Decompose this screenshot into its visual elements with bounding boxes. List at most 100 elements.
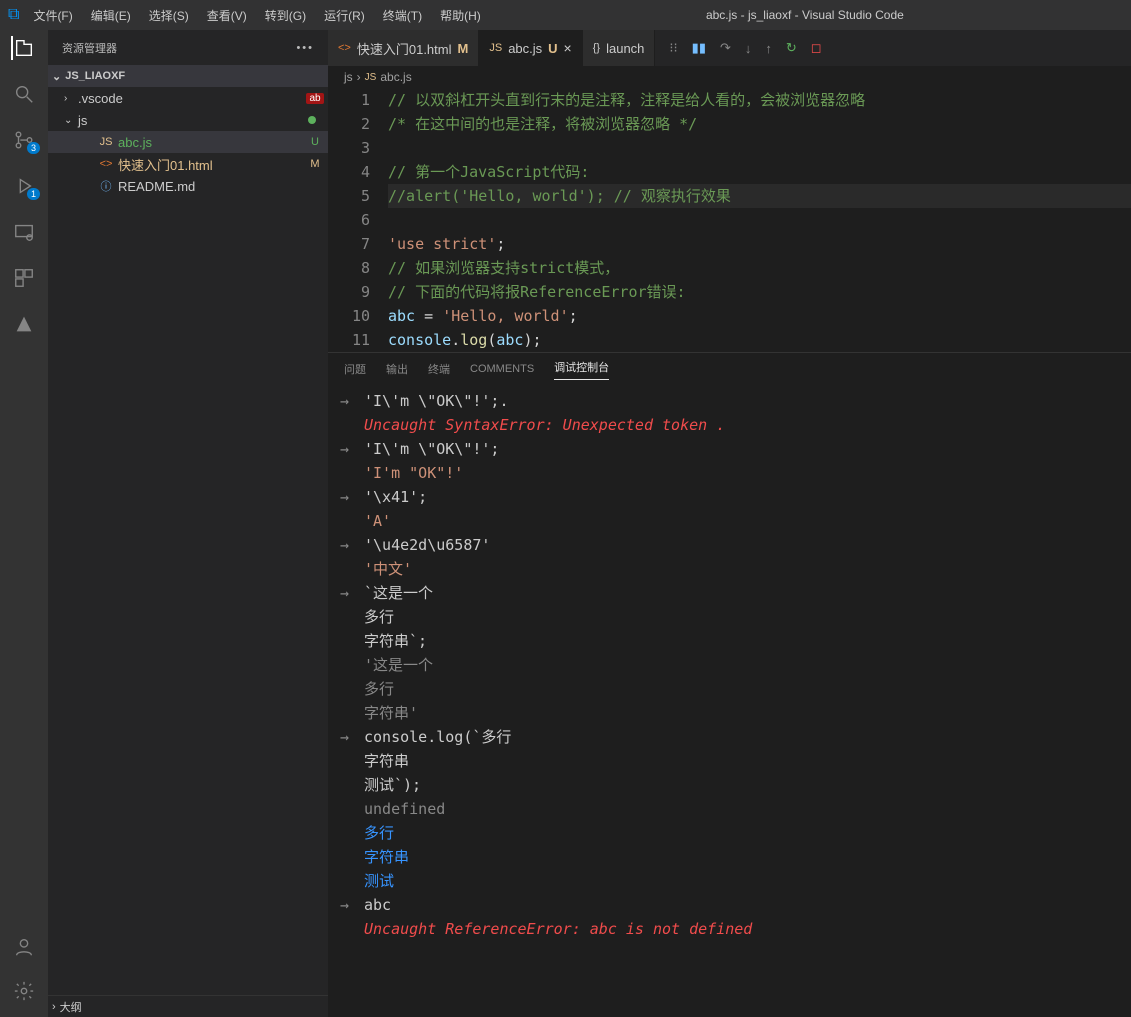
console-line: →console.log(`多行 <box>340 725 1131 749</box>
sidebar-title: 资源管理器 <box>62 40 117 56</box>
file-name: js <box>78 113 304 128</box>
scm-icon[interactable]: 3 <box>12 128 36 152</box>
console-line: 多行 <box>340 821 1131 845</box>
info-icon: ⓘ <box>98 178 114 194</box>
breadcrumb[interactable]: js› JS abc.js <box>328 66 1131 88</box>
editor-tab[interactable]: JS abc.js U × <box>479 30 582 66</box>
html-file-icon: <> <box>98 158 114 170</box>
menu-item[interactable]: 文件(F) <box>27 3 78 28</box>
step-into-icon[interactable]: ↓ <box>745 41 752 56</box>
window-title: abc.js - js_liaoxf - Visual Studio Code <box>487 8 1123 22</box>
tree-item[interactable]: JS abc.js U <box>48 131 328 153</box>
atlassian-icon[interactable] <box>12 312 36 336</box>
console-line: →'\u4e2d\u6587' <box>340 533 1131 557</box>
tree-item[interactable]: ⌄ js <box>48 109 328 131</box>
tree-item[interactable]: › .vscode ab <box>48 87 328 109</box>
panel-tab[interactable]: 终端 <box>428 361 450 377</box>
folder-header[interactable]: ⌄JS_LIAOXF <box>48 65 328 87</box>
search-icon[interactable] <box>12 82 36 106</box>
file-type-icon: JS <box>489 42 502 54</box>
menu-item[interactable]: 查看(V) <box>201 3 253 28</box>
explorer-icon[interactable] <box>11 36 35 60</box>
console-line: Uncaught SyntaxError: Unexpected token . <box>340 413 1131 437</box>
pause-icon[interactable]: ▮▮ <box>692 40 706 56</box>
console-line: →`这是一个 <box>340 581 1131 605</box>
panel-tabs: 问题 输出 终端 COMMENTS 调试控制台 <box>328 353 1131 385</box>
chevron-icon: › <box>64 93 74 104</box>
editor-tab[interactable]: {} launch <box>583 30 656 66</box>
menu-item[interactable]: 选择(S) <box>143 3 195 28</box>
panel-tab[interactable]: 输出 <box>386 361 408 377</box>
console-line: 字符串`; <box>340 629 1131 653</box>
console-line: undefined <box>340 797 1131 821</box>
console-line: Uncaught ReferenceError: abc is not defi… <box>340 917 1131 941</box>
console-line: 测试 <box>340 869 1131 893</box>
menu-item[interactable]: 运行(R) <box>318 3 371 28</box>
console-line: →abc <box>340 893 1131 917</box>
console-line: →'\x41'; <box>340 485 1131 509</box>
bottom-panel: 问题输出终端COMMENTS调试控制台 →'I\'m \"OK\"!';.Unc… <box>328 352 1131 1017</box>
file-name: README.md <box>118 179 328 194</box>
tab-label: launch <box>606 41 644 56</box>
console-line: 多行 <box>340 605 1131 629</box>
menu-item[interactable]: 转到(G) <box>259 3 312 28</box>
panel-tab[interactable]: COMMENTS <box>470 363 534 375</box>
tab-modified: U <box>548 41 557 56</box>
console-line: 字符串 <box>340 845 1131 869</box>
remote-icon[interactable] <box>12 220 36 244</box>
menu-bar: 文件(F) 编辑(E)选择(S)查看(V)转到(G)运行(R)终端(T)帮助(H) <box>27 3 486 28</box>
more-icon[interactable]: ••• <box>296 42 314 54</box>
debug-toolbar: ⁝⁝ ▮▮ ↷ ↓ ↑ ↻ ◻ <box>655 30 835 66</box>
menu-item[interactable]: 终端(T) <box>377 3 428 28</box>
file-name: abc.js <box>118 135 298 150</box>
file-name: .vscode <box>78 91 298 106</box>
console-line: 'I'm "OK"!' <box>340 461 1131 485</box>
panel-tab[interactable]: 问题 <box>344 361 366 377</box>
settings-gear-icon[interactable] <box>12 979 36 1003</box>
menu-item[interactable]: 帮助(H) <box>434 3 487 28</box>
restart-icon[interactable]: ↻ <box>786 40 797 56</box>
menu-item[interactable]: 编辑(E) <box>85 3 137 28</box>
debug-icon[interactable]: 1 <box>12 174 36 198</box>
ab-badge: ab <box>306 93 323 104</box>
console-line: 字符串 <box>340 749 1131 773</box>
console-line: '这是一个 <box>340 653 1131 677</box>
console-line: 多行 <box>340 677 1131 701</box>
grip-icon[interactable]: ⁝⁝ <box>669 40 677 56</box>
debug-console[interactable]: →'I\'m \"OK\"!';.Uncaught SyntaxError: U… <box>328 385 1131 1017</box>
title-bar: ⧉ 文件(F) 编辑(E)选择(S)查看(V)转到(G)运行(R)终端(T)帮助(… <box>0 0 1131 30</box>
js-file-icon: JS <box>98 136 114 148</box>
step-over-icon[interactable]: ↷ <box>720 40 731 56</box>
stop-icon[interactable]: ◻ <box>811 40 822 56</box>
debug-badge: 1 <box>27 188 40 200</box>
editor-tab[interactable]: <>快速入门01.htmlM <box>328 30 479 66</box>
console-line: 'A' <box>340 509 1131 533</box>
code-editor[interactable]: 1234567891011 // 以双斜杠开头直到行末的是注释，注释是给人看的，… <box>328 88 1131 352</box>
panel-tab[interactable]: 调试控制台 <box>554 359 609 380</box>
outline-section[interactable]: ›大纲 <box>48 995 328 1017</box>
tab-label: abc.js <box>508 41 542 56</box>
tree-item[interactable]: ⓘ README.md <box>48 175 328 197</box>
console-line: 字符串' <box>340 701 1131 725</box>
file-name: 快速入门01.html <box>118 155 298 174</box>
console-line: →'I\'m \"OK\"!'; <box>340 437 1131 461</box>
git-status: U <box>302 136 328 148</box>
tree-item[interactable]: <>快速入门01.htmlM <box>48 153 328 175</box>
file-type-icon: {} <box>593 42 600 54</box>
editor-tabs: <>快速入门01.htmlM JS abc.js U × {} launch ⁝⁝ ▮▮ ↷ ↓ ↑ ↻… <box>328 30 1131 66</box>
console-line: 测试`); <box>340 773 1131 797</box>
chevron-icon: ⌄ <box>64 115 74 126</box>
tab-modified: M <box>458 41 469 56</box>
close-icon[interactable]: × <box>564 40 572 56</box>
modified-dot-icon <box>308 116 316 124</box>
console-line: →'I\'m \"OK\"!';. <box>340 389 1131 413</box>
console-line: '中文' <box>340 557 1131 581</box>
sidebar-header: 资源管理器 ••• <box>48 30 328 65</box>
explorer-sidebar: 资源管理器 ••• ⌄JS_LIAOXF › .vscode ab ⌄ js JS abc.… <box>48 30 328 1017</box>
extensions-icon[interactable] <box>12 266 36 290</box>
account-icon[interactable] <box>12 935 36 959</box>
file-type-icon: <> <box>338 42 351 54</box>
scm-badge: 3 <box>27 142 40 154</box>
step-out-icon[interactable]: ↑ <box>765 41 772 56</box>
vscode-logo-icon: ⧉ <box>8 6 19 24</box>
